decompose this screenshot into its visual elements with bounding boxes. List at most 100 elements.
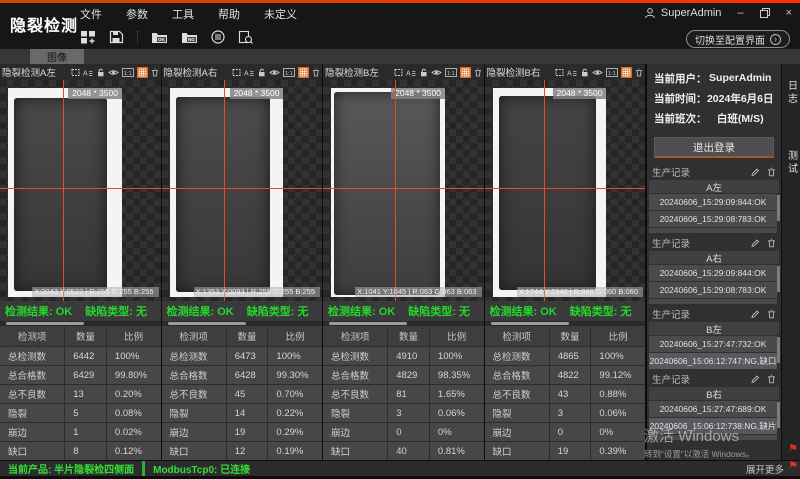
eye-icon[interactable]	[431, 68, 442, 77]
one-to-one-icon[interactable]: 1:1	[445, 68, 457, 77]
grid-overlay-icon[interactable]	[621, 67, 632, 78]
value-cell: 4829	[387, 366, 429, 384]
text-annotation-icon[interactable]: A	[406, 68, 416, 77]
clear-trash-icon[interactable]	[767, 238, 776, 248]
tab-image[interactable]: 图像	[30, 49, 84, 64]
scrollbar-thumb[interactable]	[491, 322, 569, 325]
roi-icon[interactable]	[71, 68, 80, 77]
horizontal-scrollbar[interactable]	[485, 321, 646, 326]
image-viewport[interactable]: 2048 * 3500 X:2043 Y:0522 | R:255 G:255 …	[0, 80, 161, 301]
panel-b-left: 隐裂检测B左 A1:1 2048 * 3500 X:1041 Y:1045 | …	[323, 64, 485, 460]
layout-grid-button[interactable]	[80, 30, 96, 44]
item-cell: 总合格数	[485, 366, 549, 384]
menu-undefined[interactable]: 未定义	[264, 6, 297, 22]
text-annotation-icon[interactable]: A	[567, 68, 577, 77]
value-cell: 81	[387, 385, 429, 403]
lock-icon[interactable]	[96, 68, 105, 77]
logout-button[interactable]: 退出登录	[654, 137, 774, 158]
roi-icon[interactable]	[232, 68, 241, 77]
record-section: 生产记录B右20240606_15:27:47:689:OK20240606_1…	[647, 372, 781, 440]
grid-overlay-icon[interactable]	[460, 67, 471, 78]
one-to-one-icon[interactable]: 1:1	[122, 68, 134, 77]
edit-pencil-icon[interactable]	[750, 167, 760, 177]
pixel-info-label: X:1041 Y:1045 | R:063 G:063 B:063	[355, 287, 482, 297]
value-cell: 0.39%	[590, 442, 645, 460]
value-cell: 0.70%	[267, 385, 322, 403]
record-entry[interactable]: 20240606_15:29:08:783:OK	[649, 211, 777, 227]
detect-result: 检测结果: OK	[328, 303, 395, 319]
log-search-button[interactable]	[238, 30, 254, 45]
minimize-button[interactable]: –	[737, 8, 743, 18]
value-cell: 6428	[226, 366, 268, 384]
roi-icon[interactable]	[555, 68, 564, 77]
scrollbar-thumb[interactable]	[329, 322, 407, 325]
clear-trash-icon[interactable]	[767, 167, 776, 177]
record-entry[interactable]: 20240606_15:06:12:747:NG,缺口	[649, 353, 777, 369]
record-entry[interactable]: 20240606_15:27:47:732:OK	[649, 336, 777, 352]
record-entry[interactable]: 20240606_15:29:09:844:OK	[649, 194, 777, 210]
edit-pencil-icon[interactable]	[750, 238, 760, 248]
clear-trash-icon[interactable]	[767, 309, 776, 319]
grid-overlay-icon[interactable]	[298, 67, 309, 78]
image-viewport[interactable]: 2048 * 3500 X:1353 Y:0093 | R:255 G:255 …	[162, 80, 323, 301]
value-cell: 99.80%	[106, 366, 161, 384]
lock-icon[interactable]	[257, 68, 266, 77]
trash-icon[interactable]	[312, 68, 320, 77]
trash-icon[interactable]	[474, 68, 482, 77]
open-ok-folder-button[interactable]: OK	[151, 30, 168, 44]
scrollbar-thumb[interactable]	[168, 322, 246, 325]
tab-test[interactable]: 测试	[784, 150, 799, 176]
edit-pencil-icon[interactable]	[750, 309, 760, 319]
text-annotation-icon[interactable]: A	[244, 68, 254, 77]
value-cell: 43	[549, 385, 591, 403]
menu-tools[interactable]: 工具	[172, 6, 194, 22]
defect-type: 缺陷类型: 无	[408, 303, 470, 319]
eye-icon[interactable]	[592, 68, 603, 77]
menu-help[interactable]: 帮助	[218, 6, 240, 22]
column-header: 检测项	[323, 326, 387, 346]
lock-icon[interactable]	[580, 68, 589, 77]
edit-pencil-icon[interactable]	[750, 374, 760, 384]
trash-icon[interactable]	[151, 68, 159, 77]
grid-overlay-icon[interactable]	[137, 67, 148, 78]
save-button[interactable]	[109, 30, 124, 44]
value-cell: 4822	[549, 366, 591, 384]
horizontal-scrollbar[interactable]	[0, 321, 161, 326]
layout-grid-icon	[80, 30, 96, 44]
roi-icon[interactable]	[394, 68, 403, 77]
scrollbar-thumb[interactable]	[6, 322, 84, 325]
image-viewport[interactable]: 2048 * 3500 X:1041 Y:1045 | R:063 G:063 …	[323, 80, 484, 301]
value-cell: 0	[549, 423, 591, 441]
eye-icon[interactable]	[108, 68, 119, 77]
record-entry[interactable]: 20240606_15:27:47:689:OK	[649, 401, 777, 417]
horizontal-scrollbar[interactable]	[323, 321, 484, 326]
database-stack-button[interactable]	[211, 30, 225, 44]
record-group-label: B右	[649, 387, 779, 400]
text-annotation-icon[interactable]: A	[83, 68, 93, 77]
record-entry[interactable]: 20240606_15:29:09:844:OK	[649, 265, 777, 281]
record-group-label: B左	[649, 322, 779, 335]
record-entry[interactable]: 20240606_15:29:08:783:OK	[649, 282, 777, 298]
lock-icon[interactable]	[419, 68, 428, 77]
item-cell: 崩边	[485, 423, 549, 441]
one-to-one-icon[interactable]: 1:1	[283, 68, 295, 77]
trash-icon[interactable]	[635, 68, 643, 77]
menu-params[interactable]: 参数	[126, 6, 148, 22]
one-to-one-icon[interactable]: 1:1	[606, 68, 618, 77]
record-entry[interactable]: 20240606_15:06:12:738:NG,缺片	[649, 418, 777, 434]
horizontal-scrollbar[interactable]	[162, 321, 323, 326]
close-button[interactable]: ×	[786, 8, 792, 18]
column-header: 比例	[106, 326, 161, 346]
switch-to-config-button[interactable]: 切换至配置界面 ›	[686, 30, 790, 48]
image-viewport[interactable]: 2048 * 3500 X:1744 Y:2942 | R:060 G:060 …	[485, 80, 646, 301]
detection-table: 检测项数量比例总检测数4910100%总合格数482998.35%总不良数811…	[323, 326, 484, 460]
crosshair-horizontal	[323, 188, 484, 189]
maximize-button[interactable]	[760, 8, 770, 18]
menu-file[interactable]: 文件	[80, 6, 102, 22]
modbus-connection-status: ModbusTcp0: 已连接	[145, 461, 258, 476]
open-ng-folder-button[interactable]: NG	[181, 30, 198, 44]
current-user-chip[interactable]: SuperAdmin	[644, 7, 722, 19]
tab-log[interactable]: 日志	[784, 80, 799, 106]
eye-icon[interactable]	[269, 68, 280, 77]
clear-trash-icon[interactable]	[767, 374, 776, 384]
